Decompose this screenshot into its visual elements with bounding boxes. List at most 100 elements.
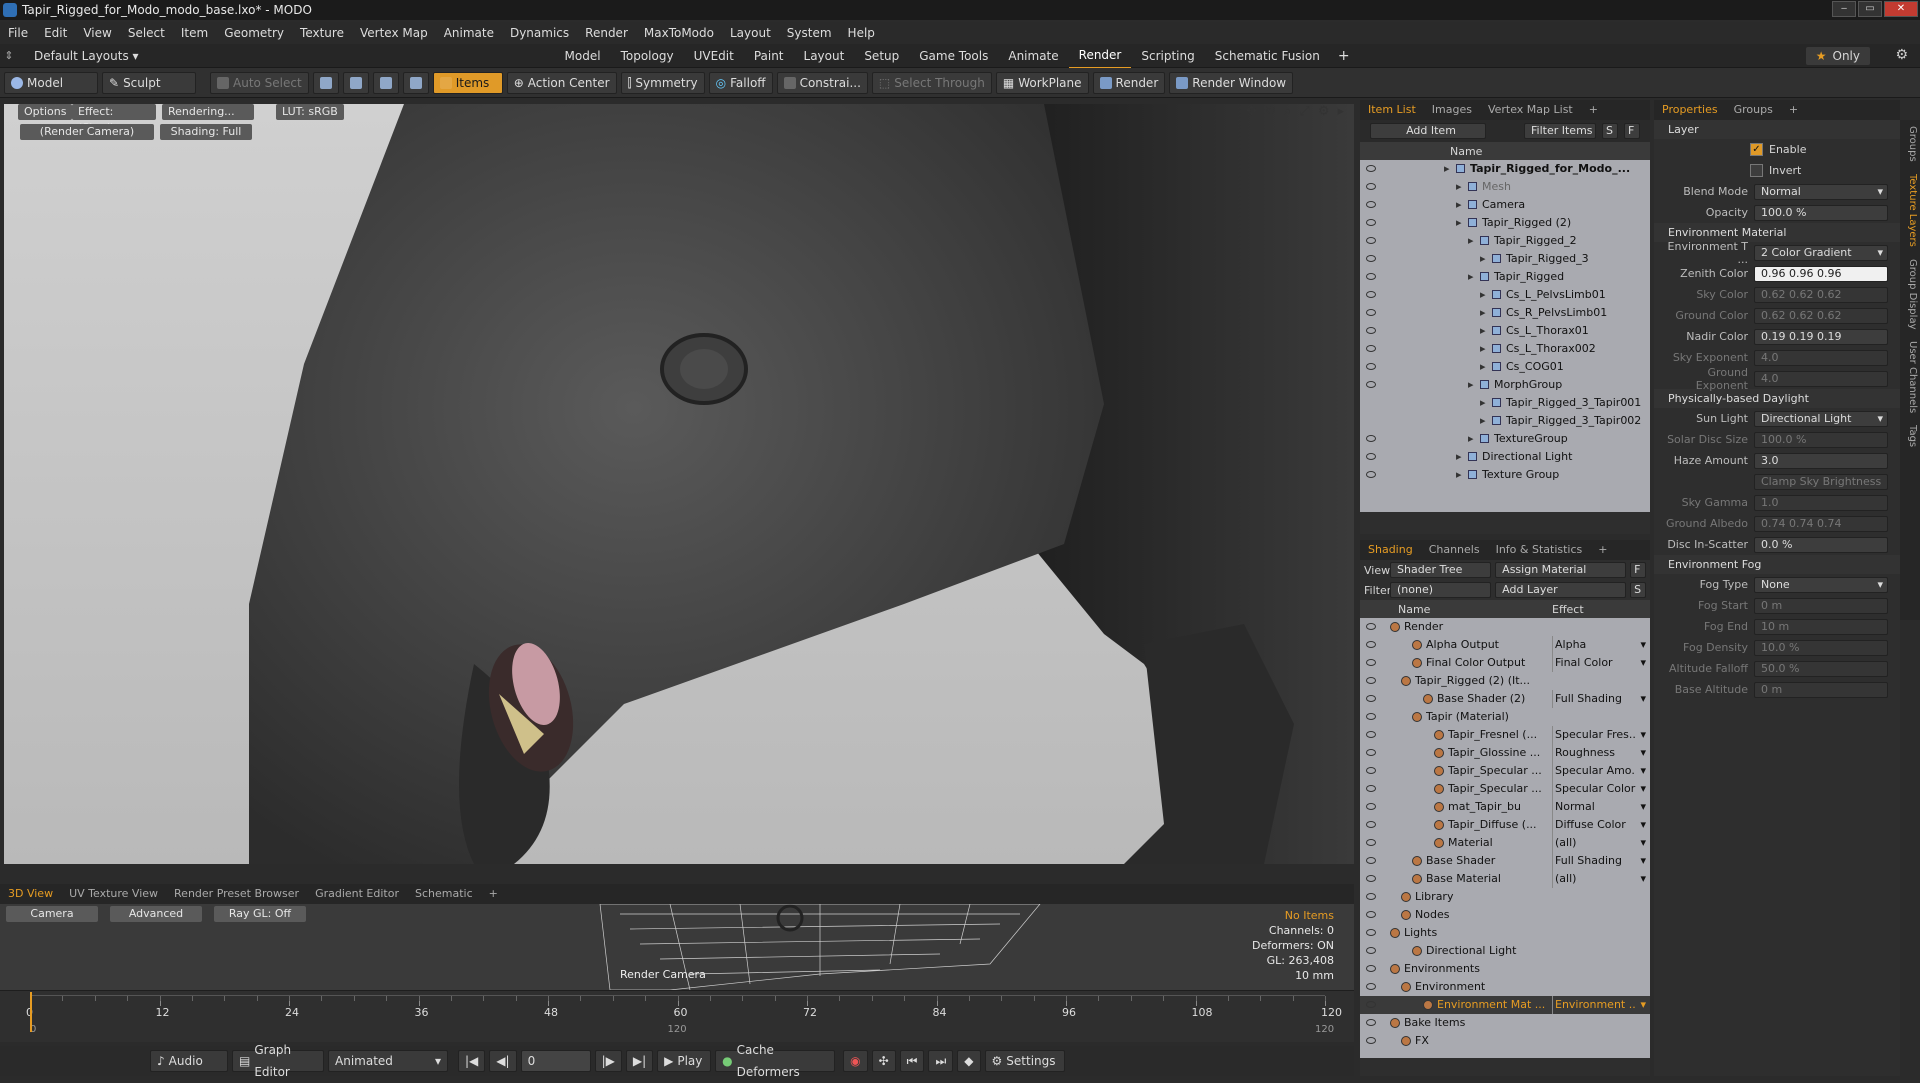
record-icon[interactable]: ◉ bbox=[843, 1050, 868, 1072]
item-list-row[interactable]: ▸ Tapir_Rigged bbox=[1360, 268, 1650, 286]
visibility-eye-icon[interactable] bbox=[1366, 695, 1376, 702]
side-tab-group-display[interactable]: Group Display bbox=[1900, 253, 1918, 335]
layout-tab-paint[interactable]: Paint bbox=[744, 44, 794, 68]
tab-groups[interactable]: Groups bbox=[1726, 100, 1781, 120]
visibility-eye-icon[interactable] bbox=[1366, 929, 1376, 936]
item-list-row[interactable]: ▸ Cs_R_PelvsLimb01 bbox=[1360, 304, 1650, 322]
shading-dropdown[interactable]: Shading: Full bbox=[160, 124, 252, 140]
items-mode-button[interactable]: Items bbox=[432, 71, 503, 94]
play-arrow-icon[interactable]: ▸ bbox=[1337, 104, 1344, 119]
filter-items-button[interactable]: Filter Items bbox=[1524, 123, 1596, 139]
menu-edit[interactable]: Edit bbox=[36, 22, 75, 44]
falloff-button[interactable]: ◎ Falloff bbox=[708, 71, 773, 94]
layer-effect[interactable]: Full Shading bbox=[1552, 690, 1636, 708]
animated-dropdown[interactable]: Animated ▾ bbox=[328, 1050, 448, 1072]
graph-editor-button[interactable]: ▤ Graph Editor bbox=[232, 1043, 324, 1079]
auto-select-button[interactable]: Auto Select bbox=[210, 71, 309, 94]
filter-s-button[interactable]: S bbox=[1602, 123, 1618, 139]
shader-tree-row[interactable]: Tapir_Diffuse (... Diffuse Color ▾ bbox=[1360, 816, 1650, 834]
visibility-eye-icon[interactable] bbox=[1366, 255, 1376, 262]
menu-maxtomodo[interactable]: MaxToModo bbox=[636, 22, 722, 44]
shader-tree-row[interactable]: Alpha Output Alpha ▾ bbox=[1360, 636, 1650, 654]
layout-tab-layout[interactable]: Layout bbox=[794, 44, 855, 68]
lut-dropdown[interactable]: LUT: sRGB bbox=[276, 104, 344, 120]
visibility-eye-icon[interactable] bbox=[1366, 839, 1376, 846]
visibility-eye-icon[interactable] bbox=[1366, 237, 1376, 244]
visibility-eye-icon[interactable] bbox=[1366, 983, 1376, 990]
tab-info-statistics[interactable]: Info & Statistics bbox=[1488, 540, 1591, 560]
action-center-button[interactable]: ⊕ Action Center bbox=[506, 71, 617, 94]
tree-arrow-icon[interactable]: ▸ bbox=[1456, 466, 1462, 484]
view-tab-3d-view[interactable]: 3D View bbox=[0, 884, 61, 904]
sculpt-mode-button[interactable]: ✎ Sculpt bbox=[102, 71, 196, 94]
minimize-button[interactable]: ‒ bbox=[1832, 1, 1856, 17]
item-list-row[interactable]: ▸ Camera bbox=[1360, 196, 1650, 214]
visibility-eye-icon[interactable] bbox=[1366, 677, 1376, 684]
layer-effect[interactable]: Full Shading bbox=[1552, 852, 1636, 870]
tree-arrow-icon[interactable]: ▸ bbox=[1480, 394, 1486, 412]
zoom-icon[interactable]: ⌕ bbox=[1284, 104, 1291, 119]
layout-tab-setup[interactable]: Setup bbox=[854, 44, 909, 68]
layer-effect[interactable]: Specular Fres... bbox=[1552, 726, 1636, 744]
render-button[interactable]: Render bbox=[1092, 71, 1166, 94]
menu-layout[interactable]: Layout bbox=[722, 22, 779, 44]
menu-system[interactable]: System bbox=[779, 22, 840, 44]
property-value[interactable]: 100.0 % bbox=[1754, 204, 1888, 221]
tree-arrow-icon[interactable]: ▸ bbox=[1480, 322, 1486, 340]
tree-arrow-icon[interactable]: ▸ bbox=[1456, 196, 1462, 214]
visibility-eye-icon[interactable] bbox=[1366, 471, 1376, 478]
raygl-dropdown[interactable]: Ray GL: Off bbox=[214, 906, 306, 922]
layout-tab-animate[interactable]: Animate bbox=[998, 44, 1068, 68]
property-value[interactable]: 0.62 0.62 0.62 bbox=[1754, 286, 1888, 303]
visibility-eye-icon[interactable] bbox=[1366, 641, 1376, 648]
add-tab-icon[interactable]: + bbox=[1581, 100, 1606, 120]
shader-tree-row[interactable]: Tapir_Fresnel (... Specular Fres... ▾ bbox=[1360, 726, 1650, 744]
layer-effect[interactable]: Roughness bbox=[1552, 744, 1636, 762]
add-layer-dropdown[interactable]: Add Layer bbox=[1495, 582, 1627, 598]
viewport-options-button[interactable]: Options bbox=[18, 104, 73, 120]
visibility-eye-icon[interactable] bbox=[1366, 965, 1376, 972]
item-list-row[interactable]: ▸ Texture Group bbox=[1360, 466, 1650, 484]
property-value[interactable]: 0.74 0.74 0.74 bbox=[1754, 515, 1888, 532]
invert-row[interactable]: Invert bbox=[1654, 160, 1900, 181]
enable-row[interactable]: ✓ Enable bbox=[1654, 139, 1900, 160]
view-tab-gradient-editor[interactable]: Gradient Editor bbox=[307, 884, 407, 904]
materials-mode-button[interactable] bbox=[402, 71, 429, 94]
mini-3d-view[interactable]: Camera Advanced Ray GL: Off Render Camer… bbox=[0, 904, 1354, 990]
item-list-row[interactable]: ▸ TextureGroup bbox=[1360, 430, 1650, 448]
settings-button[interactable]: ⚙ Settings bbox=[984, 1050, 1065, 1072]
shader-tree-row[interactable]: mat_Tapir_bu Normal ▾ bbox=[1360, 798, 1650, 816]
tab-channels[interactable]: Channels bbox=[1421, 540, 1488, 560]
close-button[interactable]: ✕ bbox=[1884, 1, 1918, 17]
visibility-eye-icon[interactable] bbox=[1366, 273, 1376, 280]
visibility-eye-icon[interactable] bbox=[1366, 803, 1376, 810]
menu-texture[interactable]: Texture bbox=[292, 22, 352, 44]
model-mode-button[interactable]: Model bbox=[4, 71, 98, 94]
layout-switch-icon[interactable]: ⇕ bbox=[0, 49, 18, 62]
visibility-eye-icon[interactable] bbox=[1366, 309, 1376, 316]
visibility-eye-icon[interactable] bbox=[1366, 623, 1376, 630]
tree-arrow-icon[interactable]: ▸ bbox=[1468, 232, 1474, 250]
only-toggle[interactable]: ★ Only bbox=[1805, 47, 1870, 65]
add-tab-icon[interactable]: + bbox=[1781, 100, 1806, 120]
side-tab-texture-layers[interactable]: Texture Layers bbox=[1900, 168, 1918, 253]
item-list-row[interactable]: ▸ Cs_L_Thorax01 bbox=[1360, 322, 1650, 340]
tree-arrow-icon[interactable]: ▸ bbox=[1480, 412, 1486, 430]
visibility-eye-icon[interactable] bbox=[1366, 821, 1376, 828]
gear-icon[interactable]: ⚙ bbox=[1895, 47, 1908, 63]
shader-tree-row[interactable]: Lights bbox=[1360, 924, 1650, 942]
skip-start-button[interactable]: |◀ bbox=[458, 1050, 486, 1072]
menu-vertex-map[interactable]: Vertex Map bbox=[352, 22, 436, 44]
render-camera-dropdown[interactable]: (Render Camera) bbox=[20, 124, 154, 140]
tab-vertex-map-list[interactable]: Vertex Map List bbox=[1480, 100, 1581, 120]
add-tab-icon[interactable]: + bbox=[1590, 540, 1615, 560]
menu-geometry[interactable]: Geometry bbox=[216, 22, 292, 44]
camera-dropdown[interactable]: Camera bbox=[6, 906, 98, 922]
shader-tree-row[interactable]: Base Shader Full Shading ▾ bbox=[1360, 852, 1650, 870]
visibility-eye-icon[interactable] bbox=[1366, 1001, 1376, 1008]
tree-arrow-icon[interactable]: ▸ bbox=[1456, 448, 1462, 466]
side-tab-groups[interactable]: Groups bbox=[1900, 120, 1918, 168]
shader-tree-row[interactable]: Render bbox=[1360, 618, 1650, 636]
auto-key-icon[interactable]: ✣ bbox=[871, 1050, 896, 1072]
property-value[interactable]: 4.0 bbox=[1754, 370, 1888, 387]
